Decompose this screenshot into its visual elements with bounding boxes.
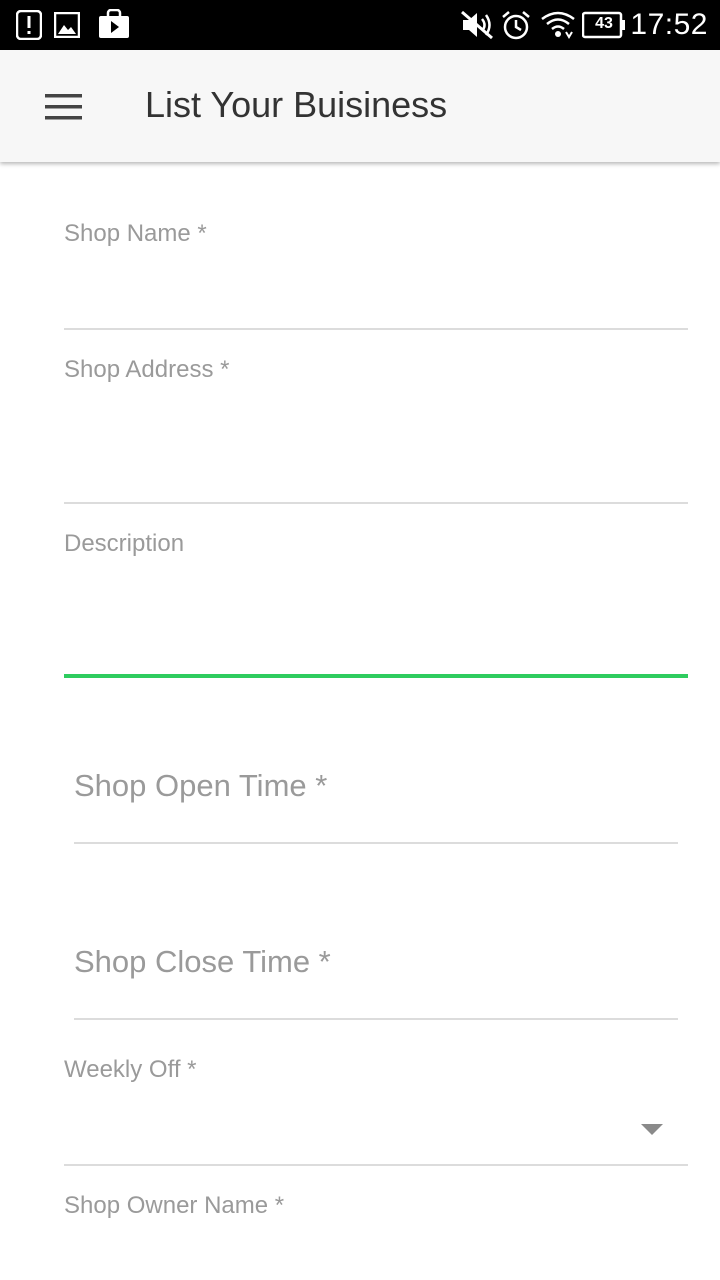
shop-open-time-label[interactable]: Shop Open Time *	[74, 768, 327, 804]
shop-owner-name-input[interactable]	[64, 1238, 688, 1274]
page-title: List Your Buisiness	[145, 84, 448, 125]
weekly-off-label: Weekly Off *	[64, 1056, 197, 1083]
shop-name-label: Shop Name *	[64, 220, 207, 247]
description-label: Description	[64, 530, 185, 557]
shop-address-input[interactable]	[64, 402, 688, 492]
alert-icon	[16, 10, 42, 40]
description-input[interactable]	[64, 576, 688, 666]
app-bar: List Your Buisiness	[0, 50, 720, 162]
menu-button[interactable]	[30, 80, 98, 132]
business-form: Shop Name * Shop Address * Description S…	[0, 162, 720, 1280]
status-time: 17:52	[630, 8, 708, 41]
dropdown-arrow-icon	[641, 1124, 663, 1135]
shop-address-label: Shop Address *	[64, 356, 230, 383]
shop-owner-name-label: Shop Owner Name *	[64, 1192, 285, 1219]
description-underline	[64, 674, 688, 678]
shop-name-underline	[64, 328, 688, 330]
vibrate-off-icon	[461, 10, 493, 40]
status-bar: 43 17:52	[0, 0, 720, 50]
hamburger-menu-icon	[45, 94, 82, 120]
wifi-icon	[541, 11, 575, 39]
weekly-off-underline	[64, 1164, 688, 1166]
battery-level: 43	[595, 15, 613, 32]
play-store-icon	[99, 9, 129, 38]
gallery-icon	[54, 12, 80, 38]
shop-address-underline	[64, 502, 688, 504]
shop-close-time-underline	[74, 1018, 678, 1020]
shop-open-time-underline	[74, 842, 678, 844]
weekly-off-dropdown[interactable]	[64, 1098, 688, 1162]
alarm-icon	[502, 11, 530, 40]
shop-close-time-label[interactable]: Shop Close Time *	[74, 944, 331, 980]
shop-name-input[interactable]	[64, 272, 688, 312]
